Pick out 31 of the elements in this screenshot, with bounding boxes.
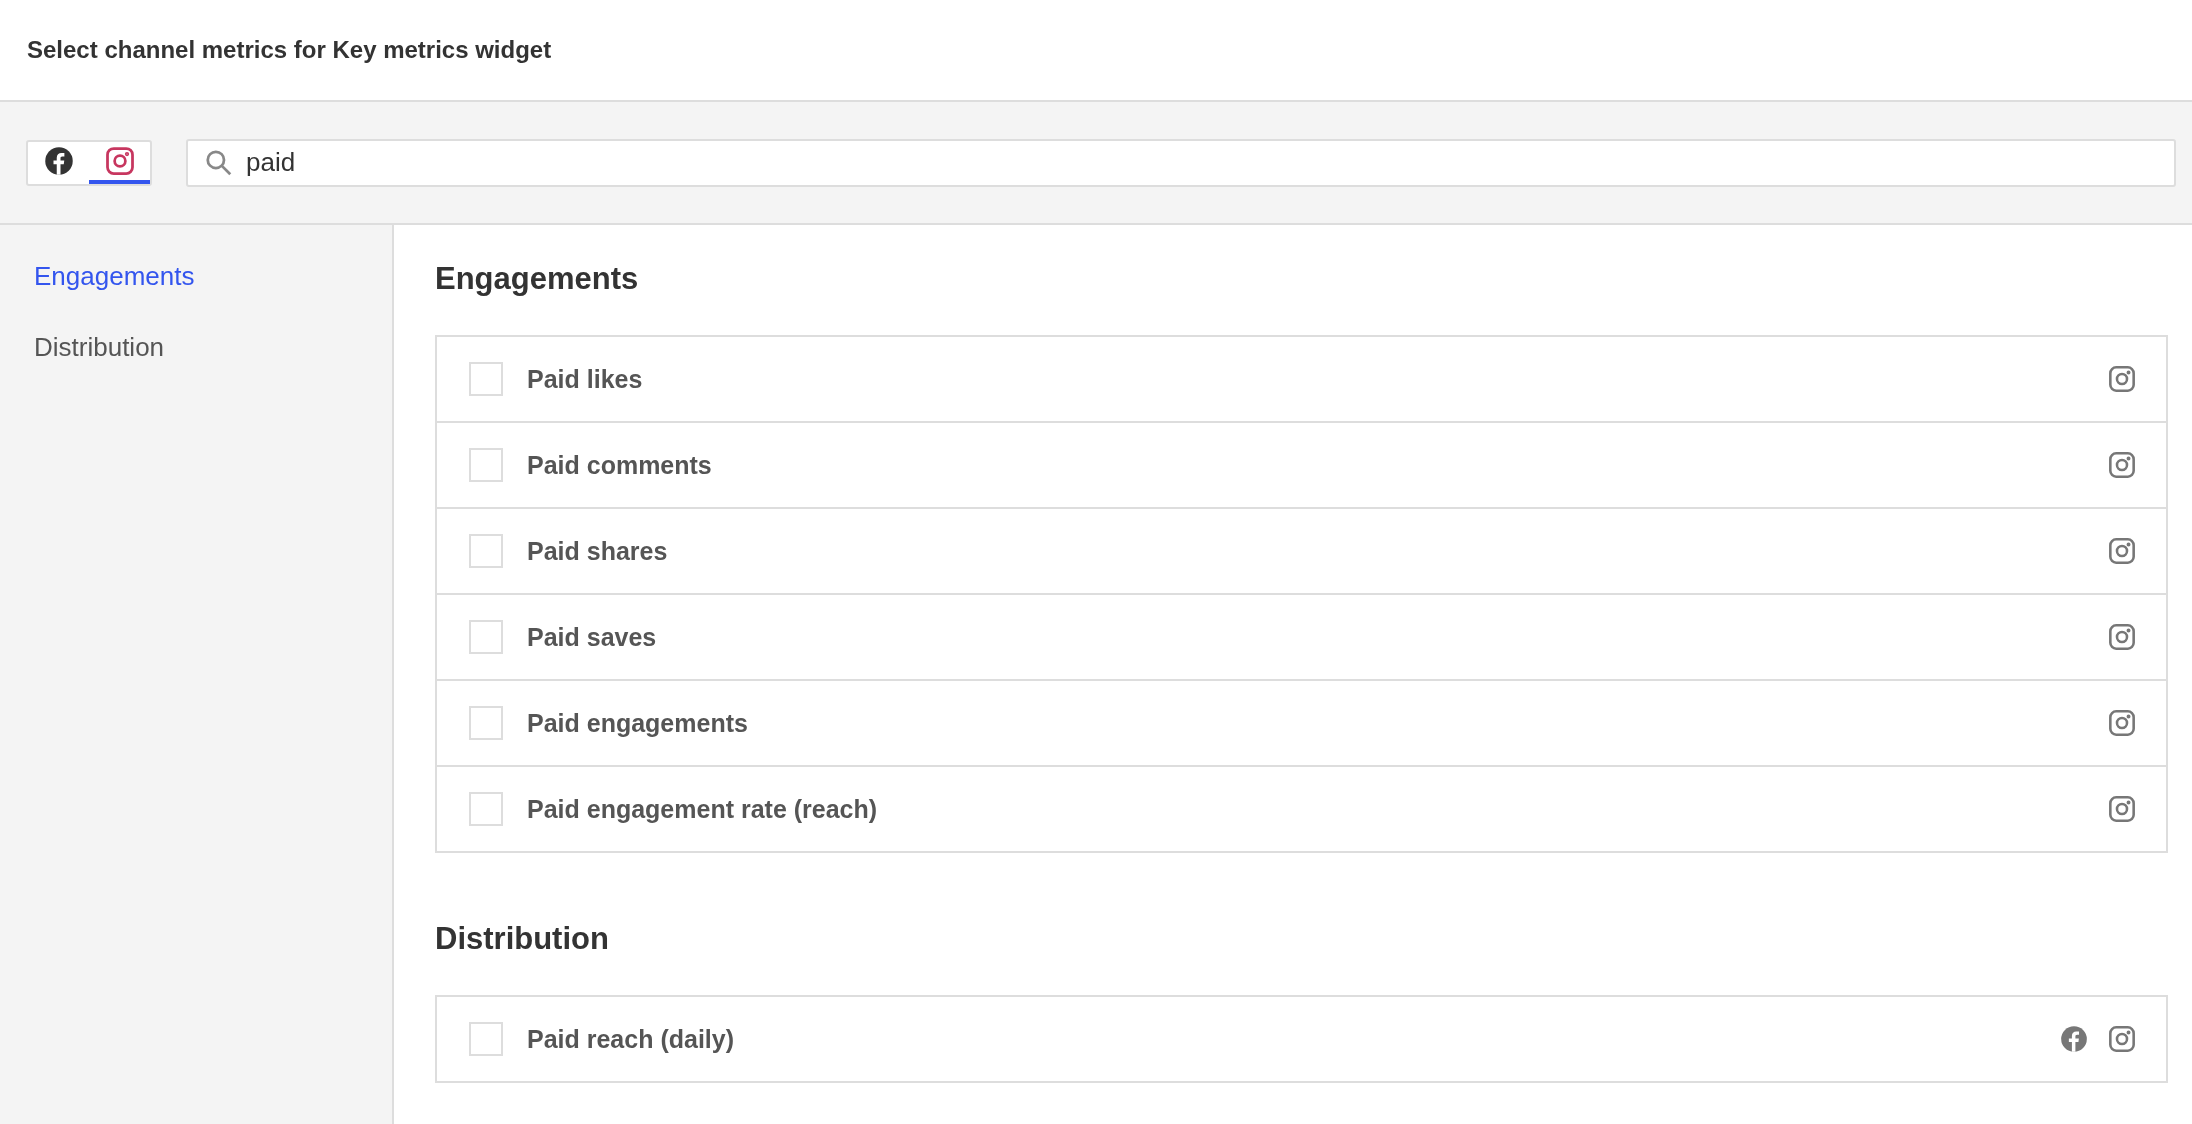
instagram-icon: [2108, 795, 2136, 823]
instagram-icon: [104, 145, 135, 176]
metric-label: Paid reach (daily): [527, 1024, 736, 1054]
facebook-icon: [43, 145, 74, 176]
metric-label: Paid likes: [527, 364, 644, 394]
metric-label: Paid engagements: [527, 708, 749, 738]
metric-label: Paid engagement rate (reach): [527, 794, 879, 824]
instagram-icon: [2108, 709, 2136, 737]
section-title: Distribution: [435, 921, 610, 957]
checkbox[interactable]: [469, 1022, 503, 1056]
instagram-icon: [2108, 365, 2136, 393]
metric-label: Paid shares: [527, 536, 669, 566]
section-title: Engagements: [435, 261, 640, 297]
checkbox[interactable]: [469, 706, 503, 740]
checkbox[interactable]: [469, 620, 503, 654]
instagram-icon: [2108, 451, 2136, 479]
instagram-icon: [2108, 1025, 2136, 1053]
instagram-icon: [2108, 623, 2136, 651]
metric-label: Paid saves: [527, 622, 658, 652]
facebook-icon: [2060, 1025, 2088, 1053]
checkbox[interactable]: [469, 534, 503, 568]
checkbox[interactable]: [469, 448, 503, 482]
metric-label: Paid comments: [527, 450, 713, 480]
checkbox[interactable]: [469, 792, 503, 826]
dialog-title: Select channel metrics for Key metrics widget: [27, 36, 552, 64]
search-field[interactable]: paid: [186, 138, 2176, 187]
checkbox[interactable]: [469, 362, 503, 396]
instagram-icon: [2108, 537, 2136, 565]
sidebar-item[interactable]: Engagements: [34, 261, 392, 292]
search-icon: [204, 147, 234, 178]
sidebar-item[interactable]: Distribution: [34, 332, 392, 363]
